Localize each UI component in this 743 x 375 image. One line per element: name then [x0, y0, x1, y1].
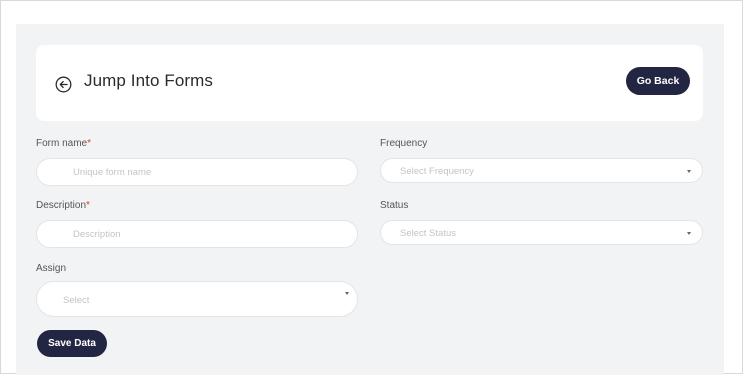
chevron-down-icon	[687, 232, 691, 235]
status-select[interactable]: Select Status	[380, 220, 703, 245]
app-frame: Jump Into Forms Go Back Form name* Frequ…	[0, 0, 743, 375]
frequency-label: Frequency	[380, 138, 428, 149]
required-mark: *	[86, 200, 90, 211]
frequency-select-value: Select Frequency	[400, 166, 474, 177]
description-label-text: Description	[36, 200, 87, 211]
assign-select[interactable]: Select	[36, 281, 358, 317]
page-title: Jump Into Forms	[84, 71, 214, 90]
header-card: Jump Into Forms Go Back	[36, 45, 703, 121]
go-back-button[interactable]: Go Back	[626, 67, 690, 95]
form-name-label: Form name*	[36, 138, 91, 149]
save-data-button[interactable]: Save Data	[37, 330, 107, 357]
assign-label: Assign	[36, 263, 67, 274]
chevron-down-icon	[687, 170, 691, 173]
page-panel: Jump Into Forms Go Back Form name* Frequ…	[16, 24, 724, 375]
frequency-select[interactable]: Select Frequency	[380, 158, 703, 183]
assign-select-value: Select	[63, 295, 90, 306]
description-label: Description*	[36, 200, 90, 211]
chevron-down-icon	[345, 292, 349, 295]
status-select-value: Select Status	[400, 228, 456, 239]
description-input[interactable]	[36, 220, 358, 248]
arrow-left-circle-icon[interactable]	[55, 76, 72, 93]
required-mark: *	[87, 138, 92, 149]
form-name-label-text: Form name	[36, 138, 88, 149]
form-name-input[interactable]	[36, 158, 358, 186]
status-label: Status	[380, 200, 409, 211]
